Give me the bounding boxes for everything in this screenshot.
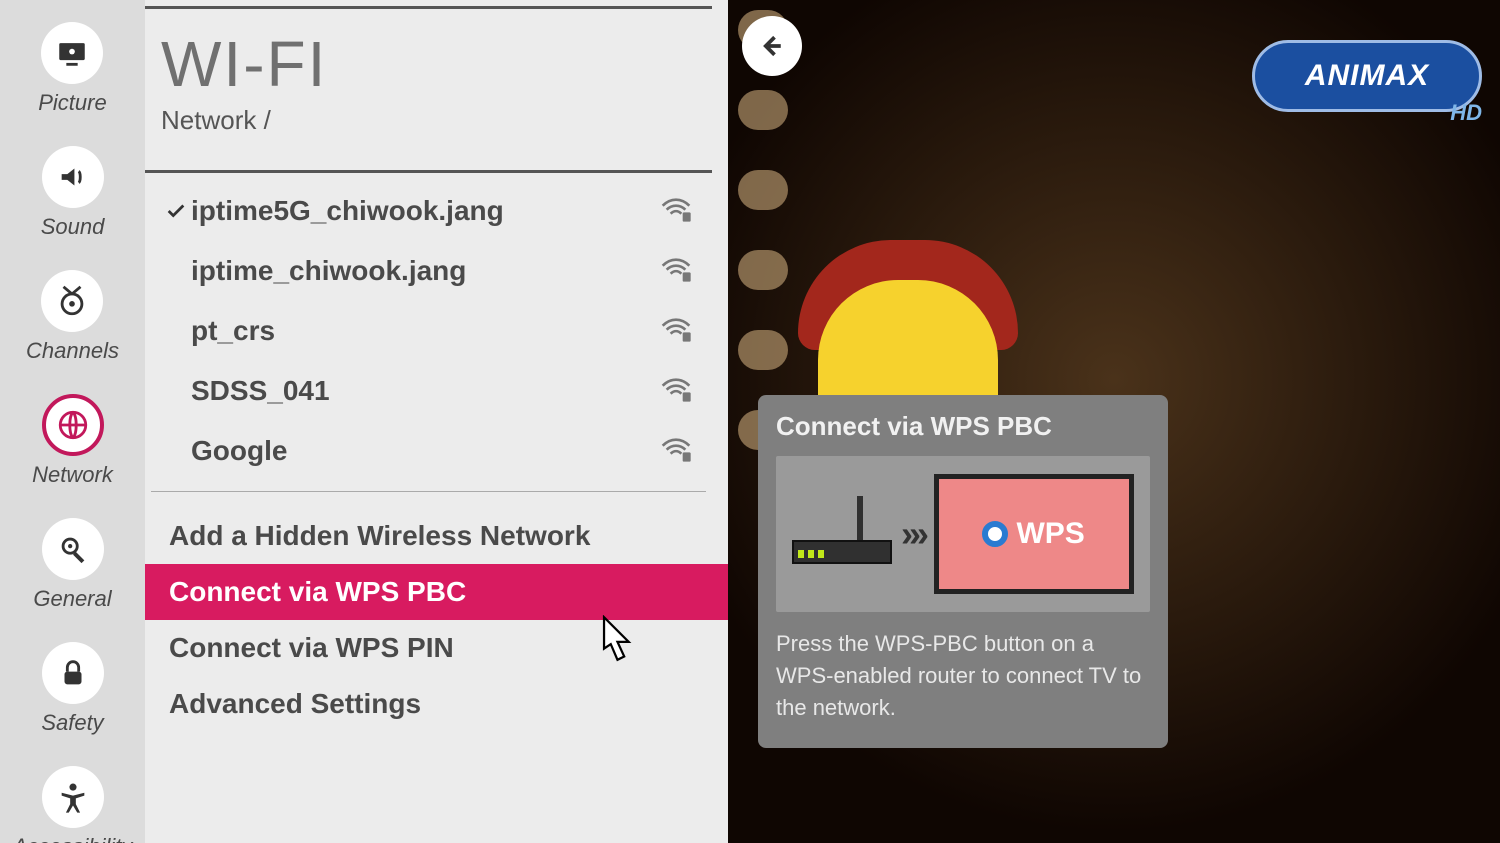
divider <box>145 170 712 173</box>
wifi-network-row[interactable]: SDSS_041 <box>151 361 706 421</box>
sidebar-item-sound[interactable]: Sound <box>41 146 105 240</box>
sidebar-item-safety[interactable]: Safety <box>41 642 103 736</box>
wifi-network-row[interactable]: pt_crs <box>151 301 706 361</box>
channel-hd-badge: HD <box>1450 100 1482 126</box>
wifi-signal-lock-icon <box>660 375 700 407</box>
sidebar-item-accessibility[interactable]: Accessibility <box>13 766 133 843</box>
wifi-signal-lock-icon <box>660 435 700 467</box>
wifi-settings-panel: WI-FI Network / iptime5G_chiwook.jang ip… <box>145 0 728 843</box>
help-card: Connect via WPS PBC ››› WPS Press the WP… <box>758 395 1168 748</box>
sidebar-label-picture: Picture <box>38 90 106 116</box>
sidebar-label-general: General <box>33 586 111 612</box>
general-icon <box>42 518 104 580</box>
wifi-network-row[interactable]: Google <box>151 421 706 481</box>
page-title: WI-FI <box>161 27 696 101</box>
tv-icon: WPS <box>934 474 1134 594</box>
wifi-options: Add a Hidden Wireless Network Connect vi… <box>145 508 728 732</box>
sidebar-item-picture[interactable]: Picture <box>38 22 106 116</box>
sidebar-item-general[interactable]: General <box>33 518 111 612</box>
tv-wps-label: WPS <box>1016 517 1084 551</box>
network-icon <box>42 394 104 456</box>
sound-icon <box>42 146 104 208</box>
sidebar-label-safety: Safety <box>41 710 103 736</box>
sidebar-label-accessibility: Accessibility <box>13 834 133 843</box>
help-card-description: Press the WPS-PBC button on a WPS-enable… <box>776 628 1150 724</box>
picture-icon <box>41 22 103 84</box>
option-add-hidden-network[interactable]: Add a Hidden Wireless Network <box>145 508 728 564</box>
wifi-ssid: pt_crs <box>191 315 660 347</box>
wifi-ssid: iptime5G_chiwook.jang <box>191 195 660 227</box>
help-card-illustration: ››› WPS <box>776 456 1150 612</box>
sidebar-label-network: Network <box>32 462 113 488</box>
option-wps-pbc[interactable]: Connect via WPS PBC <box>145 564 728 620</box>
signal-waves-icon: ››› <box>901 513 925 555</box>
back-arrow-icon <box>757 31 787 61</box>
help-card-title: Connect via WPS PBC <box>776 411 1150 442</box>
wifi-ssid: SDSS_041 <box>191 375 660 407</box>
wifi-network-row[interactable]: iptime5G_chiwook.jang <box>151 181 706 241</box>
wifi-network-list: iptime5G_chiwook.jang iptime_chiwook.jan… <box>151 181 706 492</box>
sidebar-item-channels[interactable]: Channels <box>26 270 119 364</box>
wifi-network-row[interactable]: iptime_chiwook.jang <box>151 241 706 301</box>
back-button[interactable] <box>742 16 802 76</box>
decorative-dots <box>738 10 788 450</box>
live-tv-preview: ANIMAX HD Connect via WPS PBC ››› WPS Pr… <box>728 0 1500 843</box>
wifi-signal-lock-icon <box>660 195 700 227</box>
breadcrumb: Network / <box>161 105 696 136</box>
router-icon <box>792 504 892 564</box>
sidebar-label-channels: Channels <box>26 338 119 364</box>
settings-sidebar: Picture Sound Channels Network General S… <box>0 0 145 843</box>
option-wps-pin[interactable]: Connect via WPS PIN <box>145 620 728 676</box>
connected-check-icon <box>161 200 191 222</box>
wifi-ssid: Google <box>191 435 660 467</box>
option-advanced-settings[interactable]: Advanced Settings <box>145 676 728 732</box>
accessibility-icon <box>42 766 104 828</box>
wifi-signal-lock-icon <box>660 255 700 287</box>
safety-icon <box>42 642 104 704</box>
wifi-ssid: iptime_chiwook.jang <box>191 255 660 287</box>
sidebar-item-network[interactable]: Network <box>32 394 113 488</box>
channel-logo: ANIMAX <box>1252 40 1482 112</box>
wifi-signal-lock-icon <box>660 315 700 347</box>
channels-icon <box>41 270 103 332</box>
sidebar-label-sound: Sound <box>41 214 105 240</box>
